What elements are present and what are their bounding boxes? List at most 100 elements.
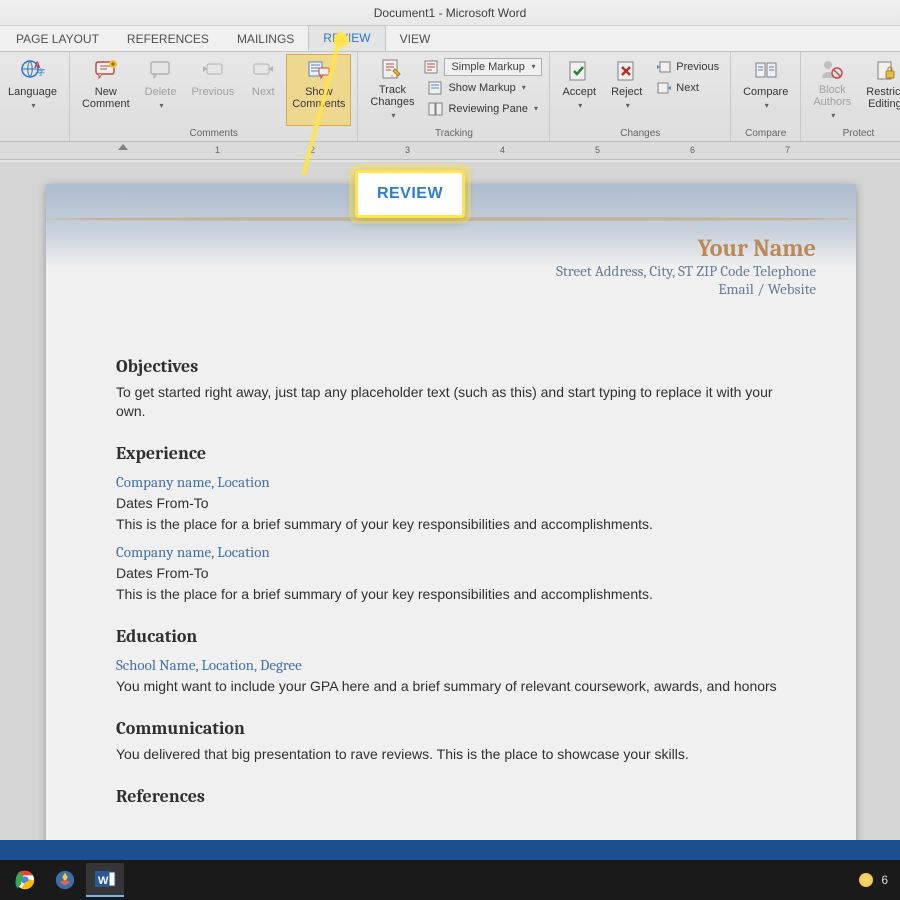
exp-2[interactable]: This is the place for a brief summary of… [116, 585, 786, 604]
previous-change-button[interactable]: Previous [651, 57, 724, 77]
time-partial: 6 [881, 873, 888, 887]
chevron-down-icon: ▾ [626, 100, 630, 112]
block-authors-icon [818, 58, 846, 82]
ruler-num: 4 [500, 145, 505, 155]
delete-label: Delete [145, 86, 177, 98]
restrict-editing-icon [871, 58, 899, 84]
language-button[interactable]: A字 Language ▾ [2, 54, 63, 126]
next-comment-button[interactable]: Next [243, 54, 283, 126]
education-heading[interactable]: Education [116, 626, 786, 647]
tracking-group-label: Tracking [364, 127, 543, 141]
reject-icon [613, 58, 641, 84]
taskbar-app[interactable] [46, 863, 84, 897]
email-line[interactable]: Email / Website [86, 280, 816, 298]
chevron-down-icon: ▾ [391, 110, 395, 122]
chevron-down-icon: ▾ [531, 61, 535, 73]
chevron-down-icon: ▾ [578, 100, 582, 112]
new-comment-label: New Comment [82, 86, 130, 110]
horizontal-ruler[interactable]: 1 2 3 4 5 6 7 [0, 142, 900, 160]
comment-next-icon [249, 58, 277, 84]
accept-label: Accept [562, 86, 596, 98]
taskbar[interactable]: W 6 [0, 860, 900, 900]
prev2-label: Previous [676, 61, 719, 73]
next2-label: Next [676, 82, 699, 94]
communication-heading[interactable]: Communication [116, 718, 786, 739]
page[interactable]: Your Name Street Address, City, ST ZIP C… [46, 184, 856, 840]
previous-label: Previous [191, 86, 234, 98]
ruler-num: 7 [785, 145, 790, 155]
track-changes-button[interactable]: Track Changes ▾ [364, 54, 420, 126]
ribbon-tabs: PAGE LAYOUT REFERENCES MAILINGS REVIEW V… [0, 26, 900, 52]
reject-label: Reject [611, 86, 642, 98]
compare-icon [752, 58, 780, 84]
markup-display-select[interactable]: Simple Markup▾ [423, 57, 543, 77]
ruler-num: 6 [690, 145, 695, 155]
compare-button[interactable]: Compare ▾ [737, 54, 794, 126]
previous-comment-button[interactable]: Previous [185, 54, 240, 126]
company-1[interactable]: Company name, Location [116, 472, 786, 492]
references-heading[interactable]: References [116, 786, 786, 807]
ruler-num: 3 [405, 145, 410, 155]
exp-1[interactable]: This is the place for a brief summary of… [116, 515, 786, 534]
reject-button[interactable]: Reject ▾ [605, 54, 648, 126]
school-line[interactable]: School Name, Location, Degree [116, 655, 786, 675]
ruler-num: 5 [595, 145, 600, 155]
comment-new-icon [92, 58, 120, 84]
education-text[interactable]: You might want to include your GPA here … [116, 677, 786, 696]
block-authors-button[interactable]: Block Authors ▾ [807, 54, 857, 126]
objectives-heading[interactable]: Objectives [116, 356, 786, 377]
track-changes-icon [378, 58, 406, 82]
reviewing-pane-icon [428, 101, 444, 117]
comment-previous-icon [199, 58, 227, 84]
objectives-text[interactable]: To get started right away, just tap any … [116, 383, 786, 421]
track-changes-label: Track Changes [370, 84, 414, 108]
tab-view[interactable]: VIEW [386, 27, 445, 51]
changes-group-label: Changes [556, 127, 724, 141]
status-bar[interactable] [0, 840, 900, 860]
show-markup-button[interactable]: Show Markup ▾ [423, 78, 543, 98]
previous-icon [656, 59, 672, 75]
tab-mailings[interactable]: MAILINGS [223, 27, 308, 51]
reviewing-pane-label: Reviewing Pane [448, 103, 528, 115]
comment-delete-icon [147, 58, 175, 84]
document-area[interactable]: Your Name Street Address, City, ST ZIP C… [0, 162, 900, 840]
compare-label: Compare [743, 86, 788, 98]
document-body[interactable]: Objectives To get started right away, ju… [46, 304, 856, 840]
dates-2[interactable]: Dates From-To [116, 564, 786, 583]
reviewing-pane-button[interactable]: Reviewing Pane ▾ [423, 99, 543, 119]
compare-group-label: Compare [737, 127, 794, 141]
dates-1[interactable]: Dates From-To [116, 494, 786, 513]
show-markup-label: Show Markup [448, 82, 515, 94]
chevron-down-icon: ▾ [160, 100, 164, 112]
ribbon: A字 Language ▾ New Comment Delete ▾ Previ… [0, 52, 900, 142]
taskbar-chrome[interactable] [6, 863, 44, 897]
chevron-down-icon: ▾ [831, 110, 835, 122]
tab-references[interactable]: REFERENCES [113, 27, 223, 51]
taskbar-tray[interactable]: 6 [859, 873, 894, 887]
next-change-button[interactable]: Next [651, 78, 724, 98]
ruler-num: 1 [215, 145, 220, 155]
next-icon [656, 80, 672, 96]
company-2[interactable]: Company name, Location [116, 542, 786, 562]
communication-text[interactable]: You delivered that big presentation to r… [116, 745, 786, 764]
next-label: Next [252, 86, 275, 98]
experience-heading[interactable]: Experience [116, 443, 786, 464]
tab-page-layout[interactable]: PAGE LAYOUT [2, 27, 113, 51]
restrict-editing-button[interactable]: Restrict Editing [860, 54, 900, 126]
taskbar-word[interactable]: W [86, 863, 124, 897]
svg-text:W: W [98, 875, 109, 887]
show-comments-label: Show Comments [292, 86, 345, 110]
chevron-down-icon: ▾ [522, 82, 526, 94]
markup-icon [424, 59, 440, 75]
address-line[interactable]: Street Address, City, ST ZIP Code Teleph… [86, 262, 816, 280]
new-comment-button[interactable]: New Comment [76, 54, 136, 126]
delete-comment-button[interactable]: Delete ▾ [139, 54, 183, 126]
block-authors-label: Block Authors [813, 84, 851, 108]
accept-button[interactable]: Accept ▾ [556, 54, 602, 126]
globe-icon: A字 [18, 58, 46, 84]
chevron-down-icon: ▾ [534, 103, 538, 115]
restrict-editing-label: Restrict Editing [866, 86, 900, 110]
review-callout: REVIEW [355, 170, 465, 218]
chevron-down-icon: ▾ [31, 100, 35, 112]
your-name[interactable]: Your Name [86, 234, 816, 262]
